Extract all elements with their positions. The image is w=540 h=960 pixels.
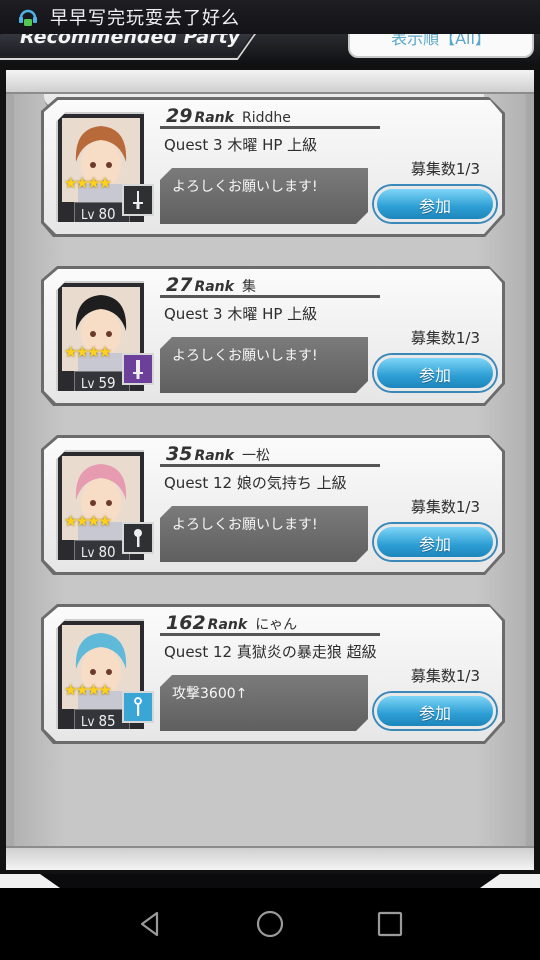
- level-label: Lv: [81, 715, 95, 730]
- host-name: Riddhe: [241, 110, 291, 126]
- recruit-count: 募集数1/3: [410, 329, 480, 347]
- rank-label: Rank: [194, 279, 234, 295]
- party-message: よろしくお願いします!: [160, 506, 368, 562]
- panel-top-bar: [6, 70, 534, 94]
- recruit-count: 募集数1/3: [410, 667, 480, 685]
- rank-underline: 162 Rank にゃん: [160, 612, 380, 636]
- level-label: Lv: [81, 546, 95, 561]
- recruit-count: 募集数1/3: [410, 160, 480, 178]
- quest-title: Quest 3 木曜 HP 上級: [164, 136, 318, 154]
- rarity-stars: ★★★★: [64, 512, 112, 530]
- game-header: Recommended Party 表示順【All】: [0, 34, 540, 64]
- join-button[interactable]: 参加: [374, 186, 496, 222]
- level-value: 80: [98, 205, 116, 223]
- rank-label: Rank: [194, 448, 234, 464]
- host-name: 集: [241, 279, 256, 295]
- rank-label: Rank: [194, 110, 234, 126]
- corner-decoration-right: [480, 874, 540, 888]
- status-notification-text: 早早写完玩耍去了好么: [50, 8, 240, 29]
- party-message: 攻撃3600↑: [160, 675, 368, 731]
- rapier-icon: [122, 184, 154, 216]
- sort-order-button[interactable]: 表示順【All】: [348, 34, 534, 58]
- host-rank: 27 Rank 集: [166, 274, 256, 296]
- party-card[interactable]: ★★★★ Lv 80 35 Rank 一松 Quest 12 娘の気持ち 上級 よろし…: [41, 435, 505, 575]
- rank-number: 27: [166, 274, 193, 296]
- home-circle-icon[interactable]: [250, 908, 290, 940]
- party-card[interactable]: ★★★★ Lv 59 27 Rank 集 Quest 3 木曜 HP 上級 よろしくお…: [41, 266, 505, 406]
- staff-icon: [122, 691, 154, 723]
- sword-icon: [122, 353, 154, 385]
- party-list[interactable]: ★★★★ Lv 80 29 Rank Riddhe Quest 3 木曜 HP 上級 …: [14, 94, 526, 846]
- party-message: よろしくお願いします!: [160, 337, 368, 393]
- party-message: よろしくお願いします!: [160, 168, 368, 224]
- recommended-party-tab-label: Recommended Party: [20, 34, 240, 48]
- level-value: 59: [98, 374, 116, 392]
- join-button[interactable]: 参加: [374, 693, 496, 729]
- host-rank: 29 Rank Riddhe: [166, 105, 291, 127]
- join-button[interactable]: 参加: [374, 524, 496, 560]
- rank-label: Rank: [207, 617, 248, 633]
- back-triangle-icon[interactable]: [130, 908, 170, 940]
- system-navigation-bar: [0, 888, 540, 960]
- party-card[interactable]: ★★★★ Lv 80 29 Rank Riddhe Quest 3 木曜 HP 上級 …: [41, 97, 505, 237]
- quest-title: Quest 12 娘の気持ち 上級: [164, 474, 347, 492]
- quest-title: Quest 3 木曜 HP 上級: [164, 305, 318, 323]
- host-rank: 35 Rank 一松: [166, 443, 270, 465]
- recruit-count: 募集数1/3: [410, 498, 480, 516]
- mace-icon: [122, 522, 154, 554]
- rank-underline: 27 Rank 集: [160, 274, 380, 298]
- quest-title: Quest 12 真獄炎の暴走狼 超級: [164, 643, 377, 661]
- rank-underline: 29 Rank Riddhe: [160, 105, 380, 129]
- party-card[interactable]: ★★★★ Lv 85 162 Rank にゃん Quest 12 真獄炎の暴走狼 超級…: [41, 604, 505, 744]
- game-assistant-icon: [16, 5, 40, 29]
- rarity-stars: ★★★★: [64, 681, 112, 699]
- rarity-stars: ★★★★: [64, 174, 112, 192]
- panel-bottom-bar: [6, 846, 534, 870]
- recents-square-icon[interactable]: [370, 908, 410, 940]
- corner-decoration-left: [0, 874, 60, 888]
- party-list-panel-frame: ★★★★ Lv 80 29 Rank Riddhe Quest 3 木曜 HP 上級 …: [0, 64, 540, 874]
- host-rank: 162 Rank にゃん: [166, 612, 297, 634]
- level-value: 85: [98, 712, 116, 730]
- rank-number: 29: [166, 105, 193, 127]
- rank-number: 162: [166, 612, 206, 634]
- rarity-stars: ★★★★: [64, 343, 112, 361]
- party-list-panel: ★★★★ Lv 80 29 Rank Riddhe Quest 3 木曜 HP 上級 …: [6, 70, 534, 870]
- status-bar: 早早写完玩耍去了好么: [0, 0, 540, 34]
- rank-underline: 35 Rank 一松: [160, 443, 380, 467]
- level-value: 80: [98, 543, 116, 561]
- rank-number: 35: [166, 443, 193, 465]
- level-label: Lv: [81, 377, 95, 392]
- level-label: Lv: [81, 208, 95, 223]
- host-name: にゃん: [255, 617, 298, 633]
- join-button[interactable]: 参加: [374, 355, 496, 391]
- host-name: 一松: [241, 448, 270, 464]
